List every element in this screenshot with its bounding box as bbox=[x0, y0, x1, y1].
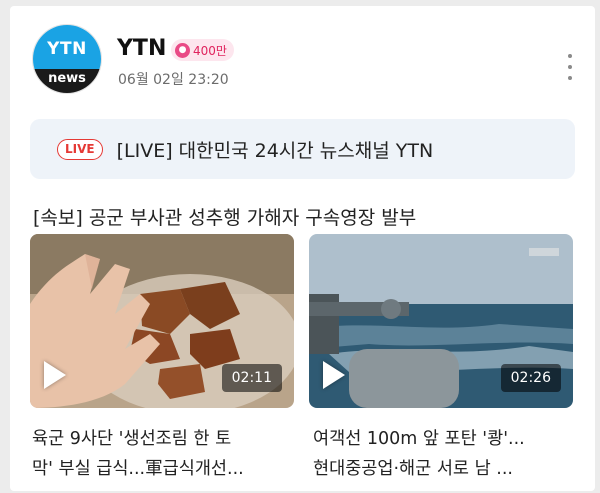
video-thumbnail-2[interactable]: 02:26 bbox=[309, 234, 573, 408]
live-title: [LIVE] 대한민국 24시간 뉴스채널 YTN bbox=[116, 139, 434, 162]
video-title-line: 여객선 100m 앞 포탄 '쾅'... bbox=[313, 429, 525, 449]
live-badge: LIVE bbox=[57, 138, 103, 160]
video-duration: 02:26 bbox=[500, 364, 561, 392]
video-title-line: 막' 부실 급식...軍급식개선... bbox=[32, 459, 244, 479]
subscriber-icon: ● bbox=[175, 42, 190, 58]
video-card: YTN news YTN ● 400만 06월 02일 23:20 LIVE [… bbox=[10, 6, 595, 491]
post-date: 06월 02일 23:20 bbox=[118, 72, 229, 88]
channel-name[interactable]: YTN bbox=[117, 36, 166, 61]
more-dot bbox=[568, 54, 572, 58]
more-dot bbox=[568, 76, 572, 80]
live-stream-banner[interactable]: LIVE [LIVE] 대한민국 24시간 뉴스채널 YTN bbox=[30, 119, 575, 179]
video-title-1[interactable]: 육군 9사단 '생선조림 한 토 막' 부실 급식...軍급식개선... bbox=[32, 424, 292, 484]
video-thumbnail-1[interactable]: 02:11 bbox=[30, 234, 294, 408]
subscriber-badge: ● 400만 bbox=[171, 39, 234, 61]
video-title-2[interactable]: 여객선 100m 앞 포탄 '쾅'... 현대중공업·해군 서로 남 ... bbox=[313, 424, 573, 484]
channel-avatar[interactable]: YTN news bbox=[32, 24, 102, 94]
video-duration: 02:11 bbox=[221, 364, 282, 392]
play-icon bbox=[323, 361, 345, 389]
more-options-icon[interactable] bbox=[566, 54, 574, 80]
play-icon bbox=[44, 361, 66, 389]
logo-top-text: YTN bbox=[33, 25, 101, 69]
more-dot bbox=[568, 65, 572, 69]
video-title-line: 현대중공업·해군 서로 남 ... bbox=[313, 459, 513, 479]
video-title-line: 육군 9사단 '생선조림 한 토 bbox=[32, 429, 232, 449]
subscriber-count: 400만 bbox=[193, 43, 227, 58]
logo-bottom-text: news bbox=[33, 69, 101, 93]
breaking-news-headline[interactable]: [속보] 공군 부사관 성추행 가해자 구속영장 발부 bbox=[33, 203, 416, 230]
